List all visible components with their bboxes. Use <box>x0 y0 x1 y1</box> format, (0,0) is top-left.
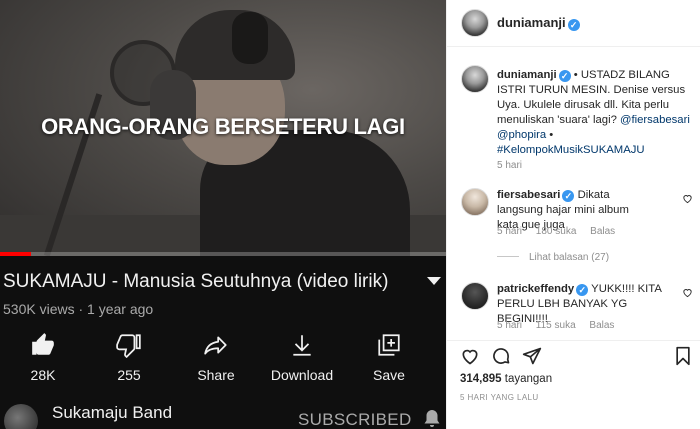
share-label: Share <box>197 367 235 383</box>
share-arrow-icon <box>204 336 227 355</box>
video-title: SUKAMAJU - Manusia Seutuhnya (video liri… <box>3 271 389 292</box>
post-date[interactable]: 5 HARI YANG LALU <box>460 393 539 402</box>
comment-time: 5 hari <box>497 320 523 331</box>
post-author-username[interactable]: duniamanji <box>497 15 566 30</box>
download-label: Download <box>270 367 334 383</box>
comment-time: 5 hari <box>497 226 523 237</box>
like-count: 28K <box>30 367 56 383</box>
thumbs-up-icon <box>32 333 54 355</box>
post-author-avatar[interactable] <box>461 9 489 37</box>
view-replies-label: Lihat balasan (27) <box>529 252 610 263</box>
like-button[interactable]: 28K <box>3 332 83 383</box>
view-count-number: 314,895 <box>460 373 502 385</box>
verified-badge-icon: ✓ <box>576 284 589 296</box>
meta-separator: · <box>78 301 84 317</box>
instagram-panel: duniamanji ✓ duniamanji ✓ • USTADZ BILANG … <box>446 0 700 429</box>
post-author-header: duniamanji ✓ <box>497 15 580 31</box>
subscribed-button[interactable]: SUBSCRIBED <box>298 410 412 429</box>
comment-avatar[interactable] <box>461 282 489 310</box>
verified-badge-icon: ✓ <box>562 190 575 202</box>
comment-reply-button[interactable]: Balas <box>589 320 614 331</box>
download-icon <box>293 335 311 356</box>
comment-reply-button[interactable]: Balas <box>590 226 615 237</box>
dislike-button[interactable]: 255 <box>89 332 169 383</box>
comment-likes[interactable]: 180 suka <box>536 226 577 237</box>
channel-avatar[interactable] <box>4 404 38 429</box>
expand-description-icon[interactable] <box>427 277 441 285</box>
heart-icon[interactable] <box>460 346 480 366</box>
save-label: Save <box>373 367 405 383</box>
header-divider <box>447 46 700 47</box>
caption-hashtag[interactable]: #KelompokMusikSUKAMAJU <box>497 144 645 156</box>
video-player[interactable]: ORANG-ORANG BERSETERU LAGI <box>0 0 446 256</box>
view-count: 530K views <box>3 301 75 317</box>
caption-author-avatar[interactable] <box>461 65 489 93</box>
video-progress-fill <box>0 252 32 256</box>
caption-mention-1[interactable]: @fiersabesari <box>620 114 690 126</box>
comment-meta: 5 hari 115 suka Balas <box>497 320 625 331</box>
caption-mention-2[interactable]: @phopira <box>497 129 546 141</box>
video-meta: 530K views · 1 year ago <box>3 301 153 317</box>
view-count-label: tayangan <box>501 373 553 385</box>
view-replies-button[interactable]: Lihat balasan (27) <box>497 252 609 263</box>
download-button[interactable]: Download <box>262 332 342 383</box>
actions-divider <box>447 340 700 341</box>
caption-time: 5 hari <box>497 160 523 171</box>
comment-like-heart-icon[interactable] <box>682 193 693 204</box>
channel-row: Sukamaju Band SUBSCRIBED <box>0 398 446 429</box>
notification-bell-icon[interactable] <box>419 408 445 429</box>
dislike-count: 255 <box>117 367 141 383</box>
comment-like-heart-icon[interactable] <box>682 287 693 298</box>
share-button[interactable]: Share <box>176 332 256 383</box>
save-to-playlist-button[interactable]: Save <box>349 332 429 383</box>
comment-username[interactable]: patrickeffendy <box>497 283 574 295</box>
add-to-playlist-icon <box>378 334 400 356</box>
post-caption: duniamanji ✓ • USTADZ BILANG ISTRI TURUN … <box>497 68 693 158</box>
comment-meta: 5 hari 180 suka Balas <box>497 226 626 237</box>
comment-likes[interactable]: 115 suka <box>536 320 576 331</box>
youtube-panel: ORANG-ORANG BERSETERU LAGI SUKAMAJU - Ma… <box>0 0 446 429</box>
video-lyric-caption: ORANG-ORANG BERSETERU LAGI <box>41 114 405 139</box>
video-frame-headphone <box>232 12 268 64</box>
comment-username[interactable]: fiersabesari <box>497 189 560 201</box>
channel-name[interactable]: Sukamaju Band <box>52 403 172 423</box>
view-count: 314,895 tayangan <box>460 373 552 385</box>
thumbs-down-icon <box>116 334 141 358</box>
send-icon[interactable] <box>522 346 542 366</box>
upload-age: 1 year ago <box>87 301 154 317</box>
bookmark-icon[interactable] <box>673 346 693 366</box>
video-progress-bar[interactable] <box>0 252 446 256</box>
verified-badge-icon: ✓ <box>558 70 571 82</box>
comment-avatar[interactable] <box>461 188 489 216</box>
verified-badge-icon: ✓ <box>567 19 580 31</box>
comment-bubble-icon[interactable] <box>491 346 511 366</box>
caption-username[interactable]: duniamanji <box>497 69 557 81</box>
replies-line <box>497 256 519 257</box>
caption-text-3: • <box>546 129 554 141</box>
